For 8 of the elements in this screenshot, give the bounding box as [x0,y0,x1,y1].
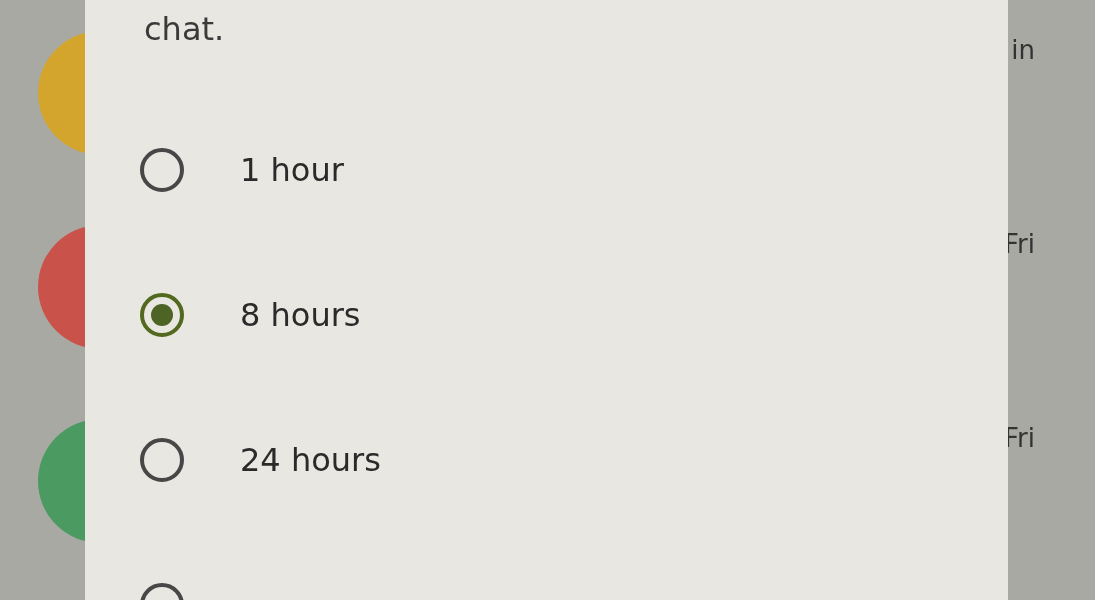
option-label: 8 hours [240,295,361,334]
radio-button[interactable] [140,437,184,482]
option-label: 1 hour [240,150,344,189]
radio-button[interactable] [140,292,184,337]
radio-button[interactable] [140,147,184,192]
option-label: 24 hours [240,440,381,479]
dialog-text: chat. [143,9,226,50]
message-time: in [1011,35,1035,65]
